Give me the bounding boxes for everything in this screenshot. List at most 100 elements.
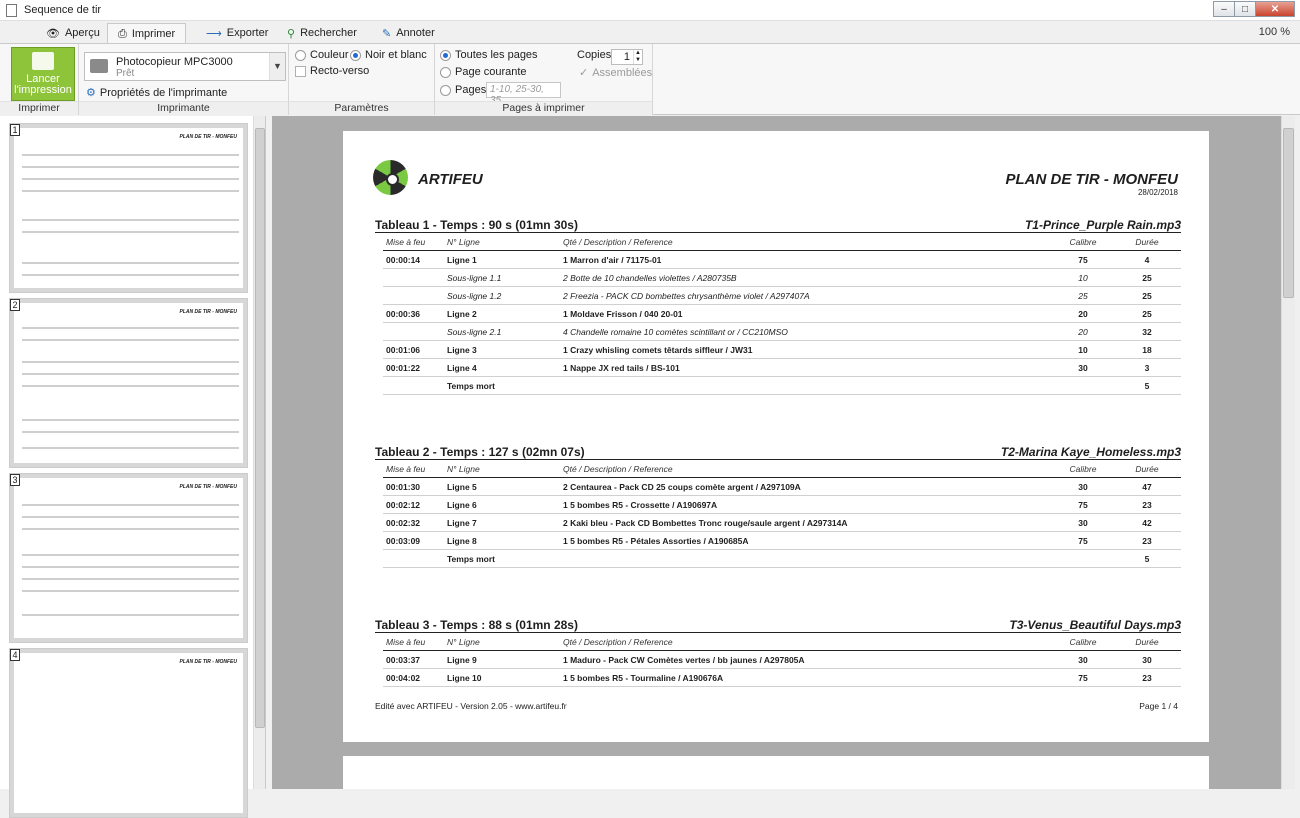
print-group: Lancer l'impression Imprimer	[0, 44, 79, 115]
line-number: Temps mort	[447, 554, 496, 564]
line-number: Ligne 6	[447, 500, 477, 510]
thumbnail-title: PLAN DE TIR - MONFEU	[179, 309, 238, 315]
line-number: Ligne 8	[447, 536, 477, 546]
pencil-icon: ✎	[382, 27, 392, 40]
line-caliber: 75	[1078, 536, 1088, 546]
line-number: Ligne 10	[447, 673, 482, 683]
table-row: 00:02:32 Ligne 7 2 Kaki bleu - Pack CD Bom…	[383, 514, 1181, 532]
line-number: Sous-ligne 1.1	[447, 273, 502, 283]
column-headers: Mise à feu N° Ligne Qté / Description / Re…	[383, 633, 1181, 651]
table-row: Temps mort 5	[383, 550, 1181, 568]
table-row: 00:01:30 Ligne 5 2 Centaurea - Pack CD 25 …	[383, 478, 1181, 496]
line-number: Ligne 4	[447, 363, 477, 373]
collated-option[interactable]: ✓ Assemblées	[579, 66, 652, 80]
page-thumbnail[interactable]: 2 PLAN DE TIR - MONFEU	[9, 298, 248, 468]
chevron-down-icon[interactable]: ▼	[269, 53, 285, 80]
minimize-button[interactable]: –	[1213, 1, 1235, 17]
fire-time: 00:01:22	[386, 363, 421, 373]
maximize-button[interactable]: □	[1234, 1, 1256, 17]
stepper-arrows-icon[interactable]: ▲ ▼	[633, 50, 642, 64]
window-controls: – □ ✕	[1213, 1, 1295, 17]
bw-option[interactable]: Noir et blanc	[350, 49, 427, 61]
table-row: 00:00:14 Ligne 1 1 Marron d'air / 71175-01…	[383, 251, 1181, 269]
line-description: 4 Chandelle romaine 10 comètes scintilla…	[563, 327, 788, 337]
line-description: 1 5 bombes R5 - Crossette / A190697A	[563, 500, 718, 510]
radio-color[interactable]	[295, 49, 306, 61]
column-header: Durée	[1135, 464, 1159, 474]
column-header: Mise à feu	[386, 464, 426, 474]
table-title: Tableau 2 - Temps : 127 s (02mn 07s)	[375, 445, 585, 459]
line-number: Ligne 1	[447, 255, 477, 265]
table-title: Tableau 1 - Temps : 90 s (01mn 30s)	[375, 218, 578, 232]
thumbnail-number: 3	[10, 474, 20, 486]
line-duration: 5	[1144, 554, 1150, 564]
current-page-option[interactable]: Page courante	[440, 66, 527, 78]
scrollbar-thumb[interactable]	[1283, 128, 1294, 298]
table-header: Tableau 1 - Temps : 90 s (01mn 30s) T1-Pr…	[375, 218, 1181, 233]
line-caliber: 75	[1078, 255, 1088, 265]
line-description: 1 Crazy whisling comets têtards siffleur…	[563, 345, 753, 355]
thumbnail-scrollbar[interactable]	[253, 116, 265, 789]
share-icon: ⟶	[206, 27, 222, 40]
column-header: Durée	[1135, 637, 1159, 647]
close-button[interactable]: ✕	[1255, 1, 1295, 17]
tab-rechercher[interactable]: ⚲ Rechercher	[277, 23, 367, 43]
line-duration: 47	[1142, 482, 1152, 492]
checkbox-duplex[interactable]	[295, 65, 306, 77]
line-duration: 23	[1142, 500, 1152, 510]
title-bar: Sequence de tir – □ ✕	[0, 0, 1300, 21]
scrollbar-thumb[interactable]	[255, 128, 265, 728]
table-row: 00:02:12 Ligne 6 1 5 bombes R5 - Crossette…	[383, 496, 1181, 514]
page-thumbnail[interactable]: 4 PLAN DE TIR - MONFEU	[9, 648, 248, 818]
tab-annoter[interactable]: ✎ Annoter	[372, 23, 445, 43]
launch-print-button[interactable]: Lancer l'impression	[11, 47, 75, 101]
document-viewer: ARTIFEU PLAN DE TIR - MONFEU 28/02/2018 …	[272, 116, 1281, 789]
column-header: N° Ligne	[447, 637, 480, 647]
line-duration: 25	[1142, 273, 1152, 283]
copies-stepper[interactable]: 1 ▲ ▼	[611, 49, 643, 65]
line-number: Ligne 5	[447, 482, 477, 492]
tab-apercu[interactable]: 👁 Aperçu	[36, 23, 110, 43]
printer-select[interactable]: Photocopieur MPC3000 Prêt ▼	[84, 52, 286, 81]
line-caliber: 10	[1078, 273, 1088, 283]
line-description: 1 Moldave Frisson / 040 20-01	[563, 309, 683, 319]
viewer-scrollbar[interactable]	[1281, 116, 1295, 789]
line-duration: 23	[1142, 536, 1152, 546]
radio-bw[interactable]	[350, 49, 361, 61]
line-description: 2 Centaurea - Pack CD 25 coups comète ar…	[563, 482, 801, 492]
column-header: Calibre	[1069, 464, 1097, 474]
page-thumbnail[interactable]: 3 PLAN DE TIR - MONFEU	[9, 473, 248, 643]
radio-current-page[interactable]	[440, 66, 451, 78]
sequence-table: Tableau 1 - Temps : 90 s (01mn 30s) T1-Pr…	[375, 218, 1181, 395]
tab-exporter[interactable]: ⟶ Exporter	[196, 23, 278, 43]
column-header: Calibre	[1069, 637, 1097, 647]
line-duration: 5	[1144, 381, 1150, 391]
duplex-option[interactable]: Recto-verso	[295, 65, 369, 77]
color-label: Couleur	[310, 49, 349, 61]
line-caliber: 30	[1078, 363, 1088, 373]
radio-all-pages[interactable]	[440, 49, 451, 61]
line-description: 2 Freezia - PACK CD bombettes chrysanthè…	[563, 291, 810, 301]
line-number: Sous-ligne 1.2	[447, 291, 502, 301]
line-description: 1 Marron d'air / 71175-01	[563, 255, 662, 265]
printer-group: Photocopieur MPC3000 Prêt ▼ ⚙ Propriétés …	[79, 44, 289, 115]
fire-time: 00:03:09	[386, 536, 421, 546]
column-header: Durée	[1135, 237, 1159, 247]
group-label: Imprimante	[79, 101, 288, 115]
all-pages-option[interactable]: Toutes les pages	[440, 49, 538, 61]
pages-group: Toutes les pages Page courante Pages 1-1…	[435, 44, 653, 115]
line-number: Ligne 2	[447, 309, 477, 319]
thumbnail-number: 1	[10, 124, 20, 136]
pages-option[interactable]: Pages	[440, 84, 486, 96]
fire-time: 00:01:06	[386, 345, 421, 355]
color-option[interactable]: Couleur	[295, 49, 349, 61]
brand-name: ARTIFEU	[418, 171, 483, 188]
table-row: Sous-ligne 1.2 2 Freezia - PACK CD bombet…	[383, 287, 1181, 305]
printer-properties-button[interactable]: ⚙ Propriétés de l'imprimante	[86, 86, 227, 100]
page-thumbnail[interactable]: 1 PLAN DE TIR - MONFEU	[9, 123, 248, 293]
tab-imprimer[interactable]: ⎙ Imprimer	[107, 23, 187, 44]
copies-label: Copies	[577, 49, 612, 61]
line-duration: 42	[1142, 518, 1152, 528]
radio-pages[interactable]	[440, 84, 451, 96]
pages-range-input[interactable]: 1-10, 25-30, 35	[486, 82, 561, 106]
